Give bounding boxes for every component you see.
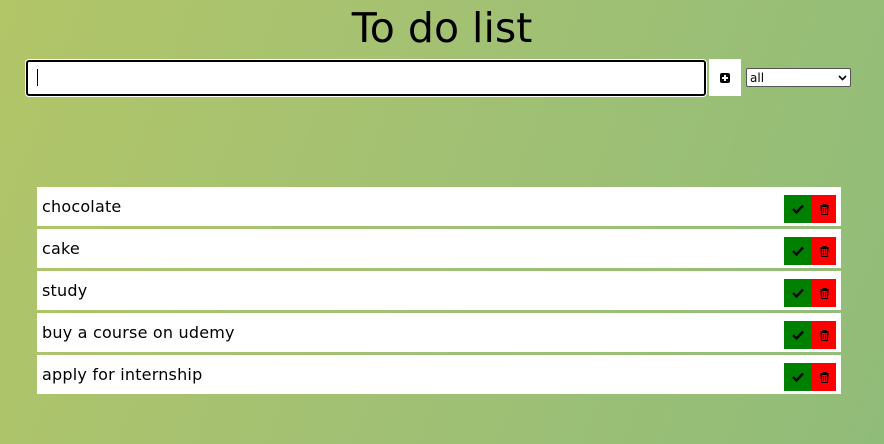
trash-icon (819, 203, 829, 215)
todo-item: apply for internship (37, 355, 841, 394)
check-icon (792, 330, 804, 340)
trash-icon (819, 245, 829, 257)
todo-list: chocolate cake study buy a course on ude… (37, 187, 841, 397)
delete-button[interactable] (812, 279, 836, 307)
todo-item: chocolate (37, 187, 841, 226)
todo-text: apply for internship (42, 365, 203, 384)
complete-button[interactable] (784, 195, 812, 223)
todo-text: study (42, 281, 88, 300)
todo-text: buy a course on udemy (42, 323, 235, 342)
todo-item: study (37, 271, 841, 310)
todo-item: cake (37, 229, 841, 268)
check-icon (792, 372, 804, 382)
text-caret (37, 69, 38, 86)
trash-icon (819, 329, 829, 341)
check-icon (792, 246, 804, 256)
todo-input[interactable] (26, 60, 706, 96)
complete-button[interactable] (784, 237, 812, 265)
filter-select[interactable]: all (746, 68, 851, 87)
filter-selected-value: all (750, 70, 765, 85)
todo-item: buy a course on udemy (37, 313, 841, 352)
delete-button[interactable] (812, 195, 836, 223)
page-title: To do list (351, 4, 533, 52)
complete-button[interactable] (784, 363, 812, 391)
delete-button[interactable] (812, 237, 836, 265)
todo-text: cake (42, 239, 80, 258)
todo-text: chocolate (42, 197, 122, 216)
trash-icon (819, 287, 829, 299)
trash-icon (819, 371, 829, 383)
delete-button[interactable] (812, 363, 836, 391)
delete-button[interactable] (812, 321, 836, 349)
check-icon (792, 288, 804, 298)
check-icon (792, 204, 804, 214)
add-todo-button[interactable] (709, 59, 741, 96)
chevron-down-icon (838, 74, 847, 81)
complete-button[interactable] (784, 321, 812, 349)
plus-square-icon (720, 72, 730, 83)
complete-button[interactable] (784, 279, 812, 307)
